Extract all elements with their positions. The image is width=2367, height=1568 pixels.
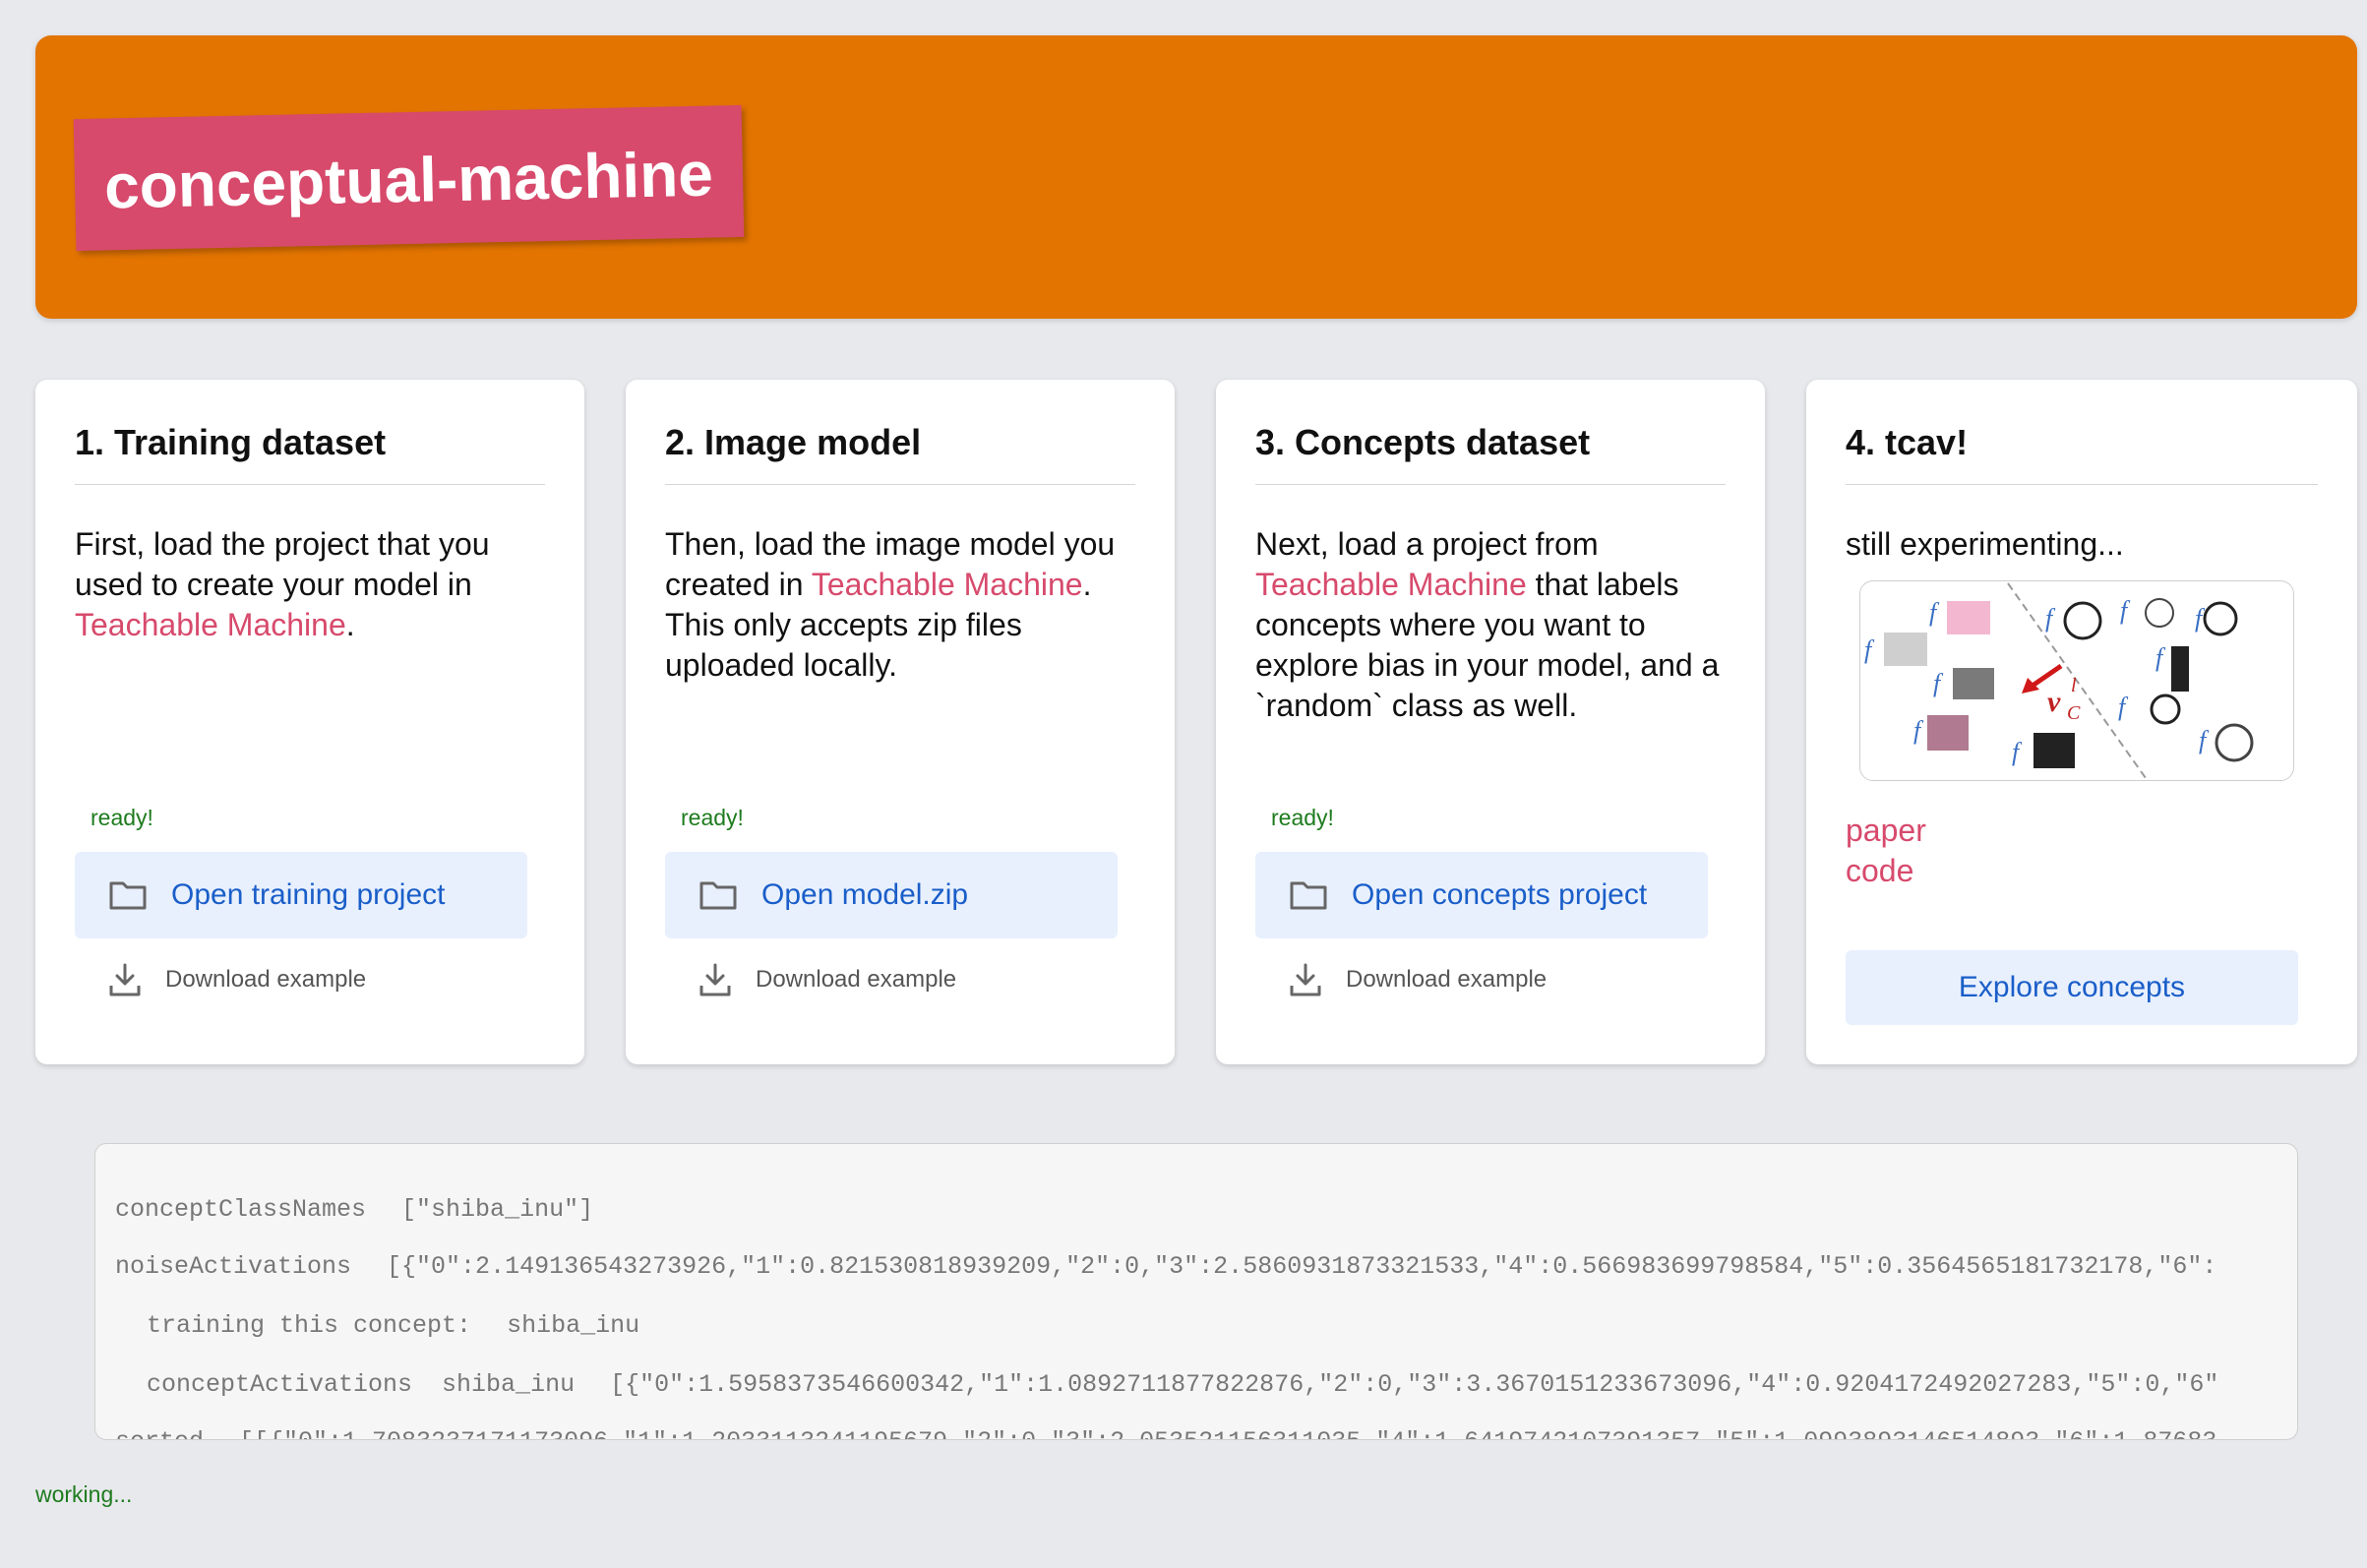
svg-text:f: f <box>2118 693 2129 721</box>
log-line: noiseActivations [{"0":2.149136543273926,… <box>115 1252 2217 1281</box>
button-label: Open training project <box>171 878 446 911</box>
card-description: First, load the project that you used to… <box>75 526 490 642</box>
card-concepts-dataset: 3. Concepts dataset Next, load a project… <box>1216 380 1765 1064</box>
card-training-dataset: 1. Training dataset First, load the proj… <box>35 380 584 1064</box>
card-description: still experimenting... <box>1846 526 2124 562</box>
button-label: Open concepts project <box>1352 878 1648 911</box>
card-description: Then, load the image model you created i… <box>665 526 1116 683</box>
folder-icon <box>109 881 147 910</box>
open-concepts-project-button[interactable]: Open concepts project <box>1255 852 1708 938</box>
download-icon <box>109 963 141 996</box>
log-line: sorted[[{"0":1.7083237171173096,"1":1.20… <box>115 1427 2216 1439</box>
download-label: Download example <box>1346 966 1548 993</box>
links-list: paper code <box>1846 811 1926 891</box>
teachable-machine-link[interactable]: Teachable Machine <box>1255 567 1527 602</box>
download-icon <box>1290 963 1321 996</box>
vector-label: v <box>2047 686 2061 718</box>
open-model-zip-button[interactable]: Open model.zip <box>665 852 1118 938</box>
teachable-machine-link[interactable]: Teachable Machine <box>812 567 1083 602</box>
log-line: conceptClassNames ["shiba_inu"] <box>115 1195 594 1224</box>
status-ready: ready! <box>681 805 744 830</box>
card-title: 2. Image model <box>665 380 1135 485</box>
open-training-project-button[interactable]: Open training project <box>75 852 527 938</box>
explore-concepts-button[interactable]: Explore concepts <box>1846 950 2298 1025</box>
svg-text:f: f <box>1913 716 1924 745</box>
log-panel[interactable]: conceptClassNames ["shiba_inu"] noiseActi… <box>94 1143 2298 1440</box>
card-title: 4. tcav! <box>1846 380 2318 485</box>
card-title: 1. Training dataset <box>75 380 545 485</box>
svg-text:f: f <box>2012 738 2023 766</box>
status-ready: ready! <box>91 805 153 830</box>
download-label: Download example <box>756 966 957 993</box>
tcav-diagram-illustration: ff f f ff fff ff v l C <box>1864 582 2254 779</box>
log-line: training this concept: shiba_inu <box>147 1311 640 1340</box>
card-title: 3. Concepts dataset <box>1255 380 1726 485</box>
svg-text:f: f <box>1933 669 1944 697</box>
svg-text:f: f <box>2045 604 2056 633</box>
button-label: Open model.zip <box>761 878 969 911</box>
vector-superscript: l <box>2071 675 2077 696</box>
status-text: working... <box>35 1481 133 1507</box>
card-tcav: 4. tcav! still experimenting... fff fff … <box>1806 380 2357 1064</box>
svg-text:f: f <box>2155 643 2166 672</box>
vector-subscript: C <box>2067 702 2081 724</box>
card-description: Next, load a project from Teachable Mach… <box>1255 526 1720 723</box>
paper-link[interactable]: paper <box>1846 811 1926 851</box>
code-link[interactable]: code <box>1846 851 1926 891</box>
svg-text:f: f <box>2199 726 2210 754</box>
status-ready: ready! <box>1271 805 1334 830</box>
folder-icon <box>1290 881 1327 910</box>
tcav-diagram: fff fff fff ff v l C <box>1859 580 2294 781</box>
download-example-link[interactable]: Download example <box>1289 962 1547 997</box>
svg-text:f: f <box>1929 598 1940 627</box>
folder-icon <box>699 881 737 910</box>
app-title: conceptual-machine <box>73 104 745 252</box>
download-icon <box>699 963 731 996</box>
teachable-machine-link[interactable]: Teachable Machine <box>75 607 346 642</box>
download-example-link[interactable]: Download example <box>698 962 956 997</box>
card-image-model: 2. Image model Then, load the image mode… <box>626 380 1175 1064</box>
svg-text:f: f <box>2120 596 2131 625</box>
svg-text:f: f <box>1864 635 1875 664</box>
log-line: conceptActivations shiba_inu [{"0":1.5958… <box>147 1370 2219 1399</box>
download-example-link[interactable]: Download example <box>108 962 366 997</box>
download-label: Download example <box>165 966 367 993</box>
